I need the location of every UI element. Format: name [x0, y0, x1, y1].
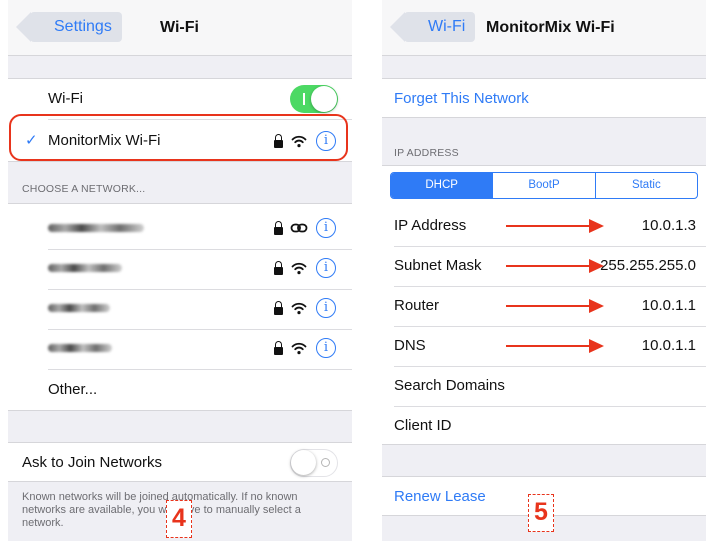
forget-network-button[interactable]: Forget This Network: [394, 79, 529, 119]
dns-label: DNS: [394, 337, 426, 354]
wifi-toggle-row: Wi-Fi: [8, 79, 352, 119]
wifi-label: Wi-Fi: [48, 90, 83, 107]
ask-to-join-group: Ask to Join Networks: [8, 442, 352, 482]
renew-lease-button[interactable]: Renew Lease: [394, 477, 486, 517]
subnet-mask-label: Subnet Mask: [394, 257, 482, 274]
subnet-mask-value: 255.255.255.0: [600, 257, 696, 274]
ip-address-row: IP Address 10.0.1.3: [382, 206, 706, 246]
other-network-row[interactable]: Other...: [8, 370, 352, 410]
lock-icon: [274, 301, 283, 315]
ask-to-join-toggle[interactable]: [290, 449, 338, 477]
search-domains-row[interactable]: Search Domains: [382, 366, 706, 406]
wifi-toggle[interactable]: [290, 85, 338, 113]
network-row[interactable]: i: [8, 208, 352, 248]
wifi-back-button[interactable]: Wi-Fi: [404, 12, 476, 42]
step-badge: 4: [166, 500, 192, 538]
annotation-arrow: [506, 219, 604, 233]
network-list: i i i i Other...: [8, 203, 352, 411]
page-title: Wi-Fi: [160, 19, 199, 36]
obscured-network-name: [48, 224, 144, 232]
router-value: 10.0.1.1: [641, 297, 696, 314]
info-icon[interactable]: i: [316, 338, 336, 358]
dns-value: 10.0.1.1: [641, 337, 696, 354]
segment-bootp[interactable]: BootP: [492, 173, 594, 198]
lock-icon: [274, 341, 283, 355]
segment-static[interactable]: Static: [594, 173, 697, 198]
obscured-network-name: [48, 344, 112, 352]
navigation-bar: Settings Wi-Fi: [8, 0, 352, 56]
settings-back-button[interactable]: Settings: [30, 12, 122, 42]
info-icon[interactable]: i: [316, 218, 336, 238]
toggle-off-indicator: [321, 458, 330, 467]
network-row[interactable]: i: [8, 288, 352, 328]
client-id-row[interactable]: Client ID: [382, 406, 706, 446]
wifi-icon: [291, 262, 307, 275]
router-row: Router 10.0.1.1: [382, 286, 706, 326]
wifi-icon: [291, 342, 307, 355]
lock-icon: [274, 221, 283, 235]
segment-dhcp[interactable]: DHCP: [391, 173, 493, 198]
wifi-settings-screen: Settings Wi-Fi Wi-Fi ✓ MonitorMix Wi-Fi …: [8, 0, 352, 541]
page-title: MonitorMix Wi-Fi: [486, 19, 615, 36]
toggle-on-indicator: [303, 93, 305, 105]
obscured-network-name: [48, 304, 110, 312]
network-detail-screen: Wi-Fi MonitorMix Wi-Fi Forget This Netwo…: [382, 0, 706, 541]
wifi-icon: [291, 302, 307, 315]
ask-to-join-label: Ask to Join Networks: [22, 454, 163, 471]
annotation-arrow: [506, 299, 604, 313]
ip-address-value: 10.0.1.3: [641, 217, 696, 234]
network-row[interactable]: i: [8, 328, 352, 368]
other-network-label: Other...: [48, 381, 98, 398]
ip-address-header: IP ADDRESS: [394, 147, 459, 159]
network-row[interactable]: i: [8, 248, 352, 288]
router-label: Router: [394, 297, 440, 314]
ask-to-join-row: Ask to Join Networks: [8, 443, 352, 483]
ip-address-group: DHCP BootP Static IP Address 10.0.1.3 Su…: [382, 165, 706, 445]
toggle-knob: [291, 450, 316, 475]
ip-mode-segmented-control: DHCP BootP Static: [390, 172, 698, 199]
annotation-arrow: [506, 259, 604, 273]
dns-row: DNS 10.0.1.1: [382, 326, 706, 366]
step-badge: 5: [528, 494, 554, 532]
link-icon: [290, 223, 308, 233]
search-domains-label: Search Domains: [394, 377, 505, 394]
client-id-label: Client ID: [394, 417, 452, 434]
choose-network-header: CHOOSE A NETWORK...: [22, 183, 146, 195]
lock-icon: [274, 261, 283, 275]
info-icon[interactable]: i: [316, 258, 336, 278]
annotation-arrow: [506, 339, 604, 353]
ip-address-label: IP Address: [394, 217, 467, 234]
info-icon[interactable]: i: [316, 298, 336, 318]
subnet-mask-row: Subnet Mask 255.255.255.0: [382, 246, 706, 286]
navigation-bar: Wi-Fi MonitorMix Wi-Fi: [382, 0, 706, 56]
toggle-knob: [311, 86, 337, 112]
connected-network-highlight: [9, 114, 348, 161]
obscured-network-name: [48, 264, 122, 272]
forget-network-group: Forget This Network: [382, 78, 706, 118]
